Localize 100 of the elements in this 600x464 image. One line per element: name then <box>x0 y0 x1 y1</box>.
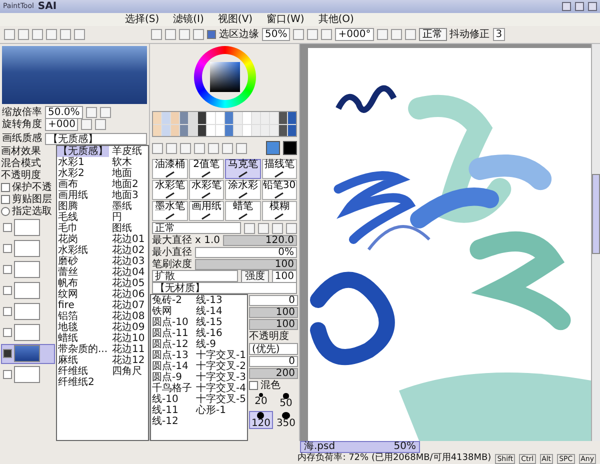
color-wheel[interactable] <box>194 46 256 108</box>
list-item[interactable]: 水彩纸 <box>57 244 109 256</box>
checkbox[interactable] <box>248 381 258 390</box>
list-item[interactable]: 花边03 <box>111 256 146 266</box>
list-item[interactable]: 地面3 <box>111 190 146 200</box>
toolbar-button[interactable] <box>151 29 162 40</box>
radio-button[interactable] <box>1 206 10 216</box>
brush-tool[interactable]: 马克笔 <box>225 159 260 179</box>
list-item[interactable]: 画布 <box>57 178 109 190</box>
list-item[interactable]: 铝箔 <box>57 310 109 322</box>
blend-mode-dropdown[interactable]: 正常 <box>152 222 241 234</box>
brush-tool[interactable]: 水彩笔 <box>152 180 188 200</box>
list-item[interactable]: 图腾 <box>57 200 109 212</box>
brush-tool[interactable]: 油漆桶 <box>152 159 188 179</box>
texture-dropdown[interactable]: 【无质感】 <box>45 132 147 144</box>
zoom-button[interactable] <box>293 29 304 40</box>
list-item[interactable]: 图纸 <box>111 222 146 234</box>
angle-field[interactable]: +000° <box>335 28 374 41</box>
list-item[interactable]: 十字交叉-3 <box>195 372 247 383</box>
list-item[interactable]: 十字交叉-5 <box>195 394 247 405</box>
document-tab[interactable]: 海.psd 50% <box>300 441 420 453</box>
rotate-button[interactable] <box>404 29 416 40</box>
min-size-slider[interactable]: 0% <box>195 246 297 258</box>
list-item[interactable]: 圆点-9 <box>151 372 193 383</box>
list-item[interactable]: 十字交叉-4 <box>195 383 247 394</box>
brush-tool[interactable]: 涂水彩 <box>225 180 260 200</box>
list-item[interactable]: 円 <box>111 212 146 222</box>
value-field[interactable]: 50.0% <box>45 106 83 118</box>
brush-tool[interactable]: 铅笔30 <box>262 180 297 200</box>
list-item[interactable]: 花边09 <box>111 322 146 332</box>
visibility-icon[interactable] <box>3 370 12 379</box>
list-item[interactable]: 花边01 <box>111 234 146 244</box>
menu-item[interactable]: 滤镜(I) <box>173 14 204 25</box>
list-item[interactable]: 花边11 <box>111 344 146 354</box>
list-item[interactable]: 线-9 <box>195 339 247 350</box>
list-item[interactable]: 花边06 <box>111 288 146 300</box>
stabilizer-field[interactable]: 3 <box>492 28 506 41</box>
list-item[interactable]: 圆点-11 <box>151 328 193 339</box>
menu-item[interactable]: 选择(S) <box>125 14 160 25</box>
list-item[interactable]: 纹网 <box>57 288 109 300</box>
list-item[interactable]: 花边10 <box>111 332 146 344</box>
nav-button[interactable] <box>86 106 97 118</box>
list-item[interactable]: fire <box>57 300 109 310</box>
visibility-icon[interactable] <box>3 307 12 316</box>
priority-dropdown[interactable]: (优先) <box>248 343 298 355</box>
brush-size-item[interactable]: 350 <box>274 411 298 429</box>
size-slider[interactable]: 120.0 <box>223 234 297 246</box>
list-item[interactable]: 线-15 <box>195 317 247 328</box>
list-item[interactable]: 线-13 <box>195 295 247 306</box>
checkbox[interactable] <box>1 182 10 192</box>
list-item[interactable]: 帆布 <box>57 278 109 288</box>
mode-button[interactable]: 正常 <box>418 28 447 41</box>
value-slider[interactable]: 0 <box>248 356 298 367</box>
list-item[interactable]: 线-16 <box>195 328 247 339</box>
density-slider[interactable]: 100 <box>195 258 297 270</box>
brush-tool[interactable]: 描线笔 <box>262 159 297 179</box>
brush-size-item[interactable]: 20 <box>248 392 273 410</box>
list-item[interactable]: 画用纸 <box>57 190 109 200</box>
visibility-icon[interactable] <box>3 286 12 295</box>
strength-field[interactable]: 100 <box>272 270 297 282</box>
value-field[interactable]: +000 <box>45 118 78 130</box>
maximize-button[interactable] <box>575 2 584 11</box>
list-item[interactable]: 十字交叉-2 <box>195 361 247 372</box>
brush-size-item[interactable]: 120 <box>248 411 273 429</box>
list-item[interactable]: 花边02 <box>111 244 146 256</box>
value-slider[interactable]: 100 <box>248 307 298 318</box>
list-item[interactable]: 线-12 <box>151 416 193 427</box>
list-item[interactable]: 十字交叉-1 <box>195 350 247 361</box>
brush-tool[interactable]: 蜡笔 <box>225 201 260 221</box>
toolbar-button[interactable] <box>179 29 190 40</box>
nav-button[interactable] <box>100 106 111 118</box>
texture-mode-dropdown[interactable]: 扩散 <box>152 270 238 282</box>
list-item[interactable]: 羊皮纸 <box>111 146 146 156</box>
list-item[interactable]: 墨纸 <box>111 200 146 212</box>
toolbar-button[interactable] <box>193 29 204 40</box>
list-item[interactable]: 千鸟格子 <box>151 383 193 394</box>
list-item[interactable]: 花边04 <box>111 266 146 278</box>
brush-size-item[interactable]: 50 <box>274 392 298 410</box>
checkbox[interactable] <box>207 30 216 39</box>
primary-color-swatch[interactable] <box>266 141 280 155</box>
list-item[interactable]: 纤维纸 <box>57 366 109 376</box>
menu-item[interactable]: 其他(O) <box>318 14 354 25</box>
list-item[interactable]: 花边12 <box>111 354 146 366</box>
value-slider[interactable]: 200 <box>248 368 298 379</box>
list-item[interactable]: 磨砂 <box>57 256 109 266</box>
layer-row[interactable] <box>1 344 55 364</box>
close-button[interactable] <box>588 2 597 11</box>
menu-item[interactable]: 窗口(W) <box>266 14 304 25</box>
list-item[interactable]: 毛线 <box>57 212 109 222</box>
brush-tool[interactable]: 模糊 <box>262 201 297 221</box>
list-item[interactable]: 兔砖-2 <box>151 295 193 306</box>
zoom-field[interactable]: 50% <box>262 28 290 41</box>
list-item[interactable]: 花边08 <box>111 310 146 322</box>
list-item[interactable]: 软木 <box>111 156 146 168</box>
list-item[interactable]: 地面2 <box>111 178 146 190</box>
minimize-button[interactable] <box>562 2 571 11</box>
zoom-button[interactable] <box>321 29 332 40</box>
list-item[interactable]: 纤维纸2 <box>57 376 109 388</box>
nav-button[interactable] <box>81 118 92 130</box>
list-item[interactable]: 圆点-13 <box>151 350 193 361</box>
